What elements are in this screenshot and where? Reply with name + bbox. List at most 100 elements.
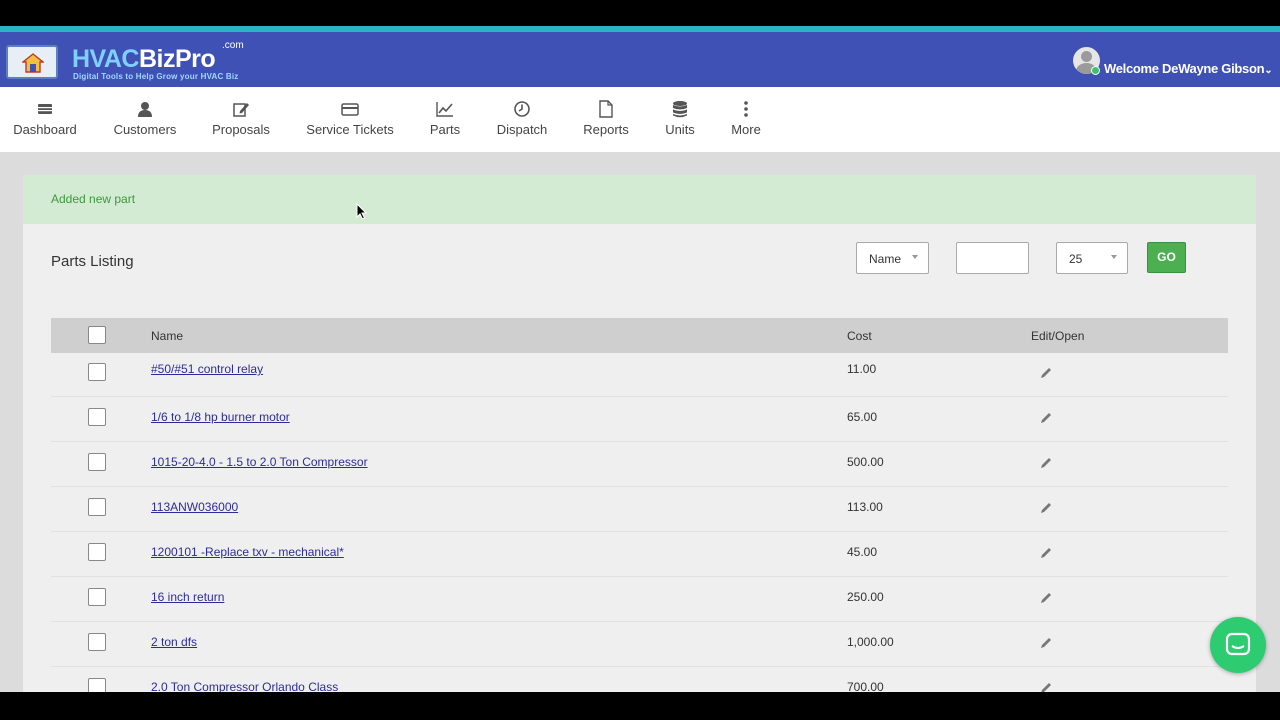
part-cost: 11.00 <box>847 362 877 376</box>
brand-tagline: Digital Tools to Help Grow your HVAC Biz <box>73 72 239 81</box>
table-row: #50/#51 control relay 11.00 <box>51 353 1228 397</box>
pencil-icon[interactable] <box>1039 501 1053 515</box>
nav-label: Units <box>665 122 695 137</box>
part-cost: 500.00 <box>847 455 884 469</box>
table-row: 1/6 to 1/8 hp burner motor 65.00 <box>51 397 1228 442</box>
part-name-link[interactable]: 2 ton dfs <box>151 635 197 649</box>
alert-message: Added new part <box>51 192 136 206</box>
screen-frame: HVACBizPro .com Digital Tools to Help Gr… <box>0 0 1280 720</box>
nav-item-reports[interactable]: Reports <box>578 87 634 152</box>
caret-down-icon <box>1111 255 1117 259</box>
nav-item-dashboard[interactable]: Dashboard <box>6 87 84 152</box>
part-name-link[interactable]: 1/6 to 1/8 hp burner motor <box>151 410 290 424</box>
edit-icon <box>233 103 249 117</box>
brand-domain-suffix: .com <box>222 40 244 51</box>
search-input[interactable] <box>956 242 1029 274</box>
sort-by-select[interactable]: Name <box>856 242 929 274</box>
go-button[interactable]: GO <box>1147 242 1186 273</box>
nav-item-service-tickets[interactable]: Service Tickets <box>300 87 400 152</box>
row-checkbox[interactable] <box>88 633 106 651</box>
table-row: 2.0 Ton Compressor Orlando Class 700.00 <box>51 667 1228 692</box>
row-checkbox[interactable] <box>88 363 106 381</box>
chat-launcher-button[interactable] <box>1210 617 1266 673</box>
mouse-cursor-icon <box>356 203 368 220</box>
parts-listing-panel: Added new part Parts Listing Name 25 GO … <box>23 175 1256 692</box>
brand-name-part2: BizPro <box>138 45 216 73</box>
part-name-link[interactable]: 2.0 Ton Compressor Orlando Class <box>151 680 338 692</box>
user-icon <box>138 102 152 117</box>
pencil-icon[interactable] <box>1039 636 1053 650</box>
clock-icon <box>514 101 530 117</box>
chat-icon <box>1225 632 1251 656</box>
avatar-head <box>1081 51 1092 62</box>
part-cost: 65.00 <box>847 410 878 424</box>
credit-card-icon <box>341 103 359 116</box>
part-cost: 45.00 <box>847 545 878 559</box>
pencil-icon[interactable] <box>1039 681 1053 692</box>
row-checkbox[interactable] <box>88 498 106 516</box>
nav-item-parts[interactable]: Parts <box>420 87 470 152</box>
page-title: Parts Listing <box>51 253 134 270</box>
nav-item-units[interactable]: Units <box>658 87 702 152</box>
part-cost: 250.00 <box>847 590 884 604</box>
row-checkbox[interactable] <box>88 543 106 561</box>
nav-label: Service Tickets <box>306 122 394 137</box>
part-name-link[interactable]: 1015-20-4.0 - 1.5 to 2.0 Ton Compressor <box>151 455 368 469</box>
table-row: 1200101 -Replace txv - mechanical* 45.00 <box>51 532 1228 577</box>
more-vertical-icon <box>744 101 748 117</box>
column-header-name[interactable]: Name <box>151 329 183 343</box>
line-chart-icon <box>436 102 453 117</box>
user-menu-toggle[interactable]: Welcome DeWayne Gibson⌄ <box>1104 61 1273 76</box>
document-icon <box>599 100 613 118</box>
database-icon <box>673 101 687 118</box>
pencil-icon[interactable] <box>1039 546 1053 560</box>
nav-label: Reports <box>583 122 629 137</box>
part-name-link[interactable]: 16 inch return <box>151 590 224 604</box>
part-name-link[interactable]: 1200101 -Replace txv - mechanical* <box>151 545 344 559</box>
part-cost: 1,000.00 <box>847 635 894 649</box>
pencil-icon[interactable] <box>1039 366 1053 380</box>
nav-label: Proposals <box>212 122 270 137</box>
nav-label: More <box>731 122 761 137</box>
nav-label: Dashboard <box>13 122 77 137</box>
per-page-select[interactable]: 25 <box>1056 242 1128 274</box>
nav-label: Customers <box>113 122 177 137</box>
table-header: Name Cost Edit/Open <box>51 318 1228 353</box>
logo-house-icon[interactable] <box>6 45 58 79</box>
column-header-edit: Edit/Open <box>1031 329 1085 343</box>
per-page-value: 25 <box>1069 252 1083 266</box>
nav-item-proposals[interactable]: Proposals <box>204 87 278 152</box>
row-checkbox[interactable] <box>88 408 106 426</box>
sort-by-value: Name <box>869 252 902 266</box>
part-cost: 113.00 <box>847 500 883 514</box>
column-header-cost[interactable]: Cost <box>847 329 872 343</box>
nav-label: Parts <box>429 122 461 137</box>
table-row: 113ANW036000 113.00 <box>51 487 1228 532</box>
app-window: HVACBizPro .com Digital Tools to Help Gr… <box>0 26 1280 692</box>
row-checkbox[interactable] <box>88 588 106 606</box>
row-checkbox[interactable] <box>88 453 106 471</box>
chevron-down-icon: ⌄ <box>1264 65 1273 76</box>
pencil-icon[interactable] <box>1039 411 1053 425</box>
part-name-link[interactable]: #50/#51 control relay <box>151 362 263 376</box>
success-alert: Added new part <box>23 175 1256 224</box>
row-checkbox[interactable] <box>88 678 106 692</box>
table-row: 16 inch return 250.00 <box>51 577 1228 622</box>
pencil-icon[interactable] <box>1039 456 1053 470</box>
nav-item-dispatch[interactable]: Dispatch <box>490 87 554 152</box>
caret-down-icon <box>912 255 918 259</box>
dashboard-icon <box>38 104 52 114</box>
select-all-checkbox[interactable] <box>88 326 106 344</box>
pencil-icon[interactable] <box>1039 591 1053 605</box>
house-icon <box>22 53 44 73</box>
nav-item-more[interactable]: More <box>726 87 766 152</box>
main-nav: Dashboard Customers Proposals Service Ti… <box>0 87 1280 152</box>
nav-item-customers[interactable]: Customers <box>106 87 184 152</box>
top-header-bar: HVACBizPro .com Digital Tools to Help Gr… <box>0 32 1280 87</box>
online-status-dot <box>1091 66 1100 75</box>
nav-label: Dispatch <box>496 122 548 137</box>
brand-name[interactable]: HVACBizPro <box>72 45 216 74</box>
part-name-link[interactable]: 113ANW036000 <box>151 500 238 514</box>
welcome-text: Welcome DeWayne Gibson <box>1104 61 1265 76</box>
table-row: 2 ton dfs 1,000.00 <box>51 622 1228 667</box>
